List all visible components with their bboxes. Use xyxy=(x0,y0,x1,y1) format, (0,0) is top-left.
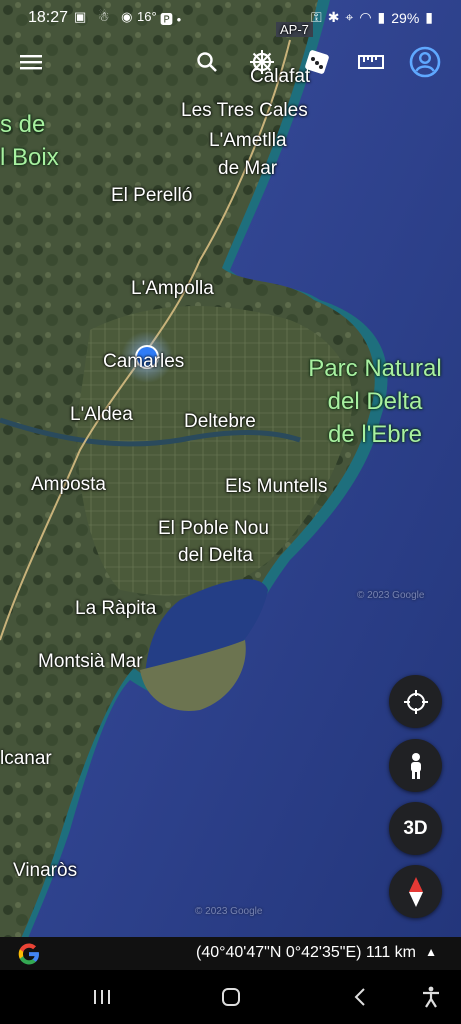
status-time: 18:27 xyxy=(28,9,69,26)
map-watermark: © 2023 Google xyxy=(195,906,263,917)
crosshair-icon xyxy=(403,689,428,714)
map-watermark: © 2023 Google xyxy=(357,590,425,601)
park-label: Parc Natural del Delta de l'Ebre xyxy=(308,355,442,448)
street-view-button[interactable] xyxy=(389,739,442,792)
search-icon[interactable] xyxy=(189,44,225,80)
pegman-icon xyxy=(410,752,421,779)
menu-icon[interactable] xyxy=(13,44,49,80)
status-temperature: 16° xyxy=(137,9,157,24)
compass-button[interactable] xyxy=(389,865,442,918)
place-label: Els Muntells xyxy=(225,476,328,497)
system-nav-bar xyxy=(0,970,461,1024)
coordinates-text: (40°40'47"N 0°42'35"E) 111 km xyxy=(195,944,416,961)
place-label: del Delta xyxy=(178,545,253,566)
signal-icon: ▮ xyxy=(377,9,386,25)
battery-level: 29% xyxy=(391,9,420,26)
key-icon: ⚿ xyxy=(311,9,322,25)
place-label: de Mar xyxy=(218,158,278,179)
3d-toggle-button[interactable]: 3D xyxy=(389,802,442,855)
place-label: L'Aldea xyxy=(70,404,133,425)
ruler-icon[interactable] xyxy=(353,44,389,80)
notification-icons: ▣ ☃ ◉ xyxy=(74,9,137,24)
place-label: Deltebre xyxy=(184,411,256,432)
place-label: Amposta xyxy=(31,474,106,495)
place-label: lcanar xyxy=(0,748,52,769)
my-location-button[interactable] xyxy=(389,675,442,728)
place-label: Vinaròs xyxy=(13,860,78,881)
parking-icon: 🅿 • xyxy=(160,12,182,27)
status-bar: 18:27 ▣ ☃ ◉ 16° 🅿 • ⚿ ✱ ⌖ ◠ ▮ 29% ▮ xyxy=(0,0,461,36)
coordinates-bar: (40°40'47"N 0°42'35"E) 111 km ▲ xyxy=(0,937,461,970)
google-logo-icon xyxy=(18,943,39,965)
location-icon: ⌖ xyxy=(345,9,354,25)
back-icon[interactable] xyxy=(340,982,380,1012)
recent-apps-icon[interactable] xyxy=(82,982,122,1012)
battery-icon: ▮ xyxy=(425,9,433,25)
expand-up-icon[interactable]: ▲ xyxy=(425,945,437,959)
system-icons: ⚿ ✱ ⌖ ◠ ▮ 29% ▮ xyxy=(311,9,433,26)
partial-park-label: s de l Boix xyxy=(0,111,59,171)
ship-wheel-icon[interactable] xyxy=(244,44,280,80)
place-label: El Perelló xyxy=(111,185,193,206)
accessibility-icon[interactable] xyxy=(411,982,451,1012)
home-icon[interactable] xyxy=(211,982,251,1012)
place-label: Les Tres Cales xyxy=(181,100,308,121)
compass-icon xyxy=(408,876,423,907)
place-label: El Poble Nou xyxy=(158,518,269,539)
place-label: Camarles xyxy=(103,351,185,372)
dice-icon[interactable] xyxy=(299,44,335,80)
account-icon[interactable] xyxy=(407,44,443,80)
wifi-icon: ◠ xyxy=(359,9,372,25)
place-label: L'Ametlla xyxy=(209,130,287,151)
place-label: Montsià Mar xyxy=(38,651,143,672)
place-label: L'Ampolla xyxy=(131,278,214,299)
place-label: La Ràpita xyxy=(75,598,157,619)
bluetooth-icon: ✱ xyxy=(327,9,340,25)
top-toolbar xyxy=(0,40,461,84)
